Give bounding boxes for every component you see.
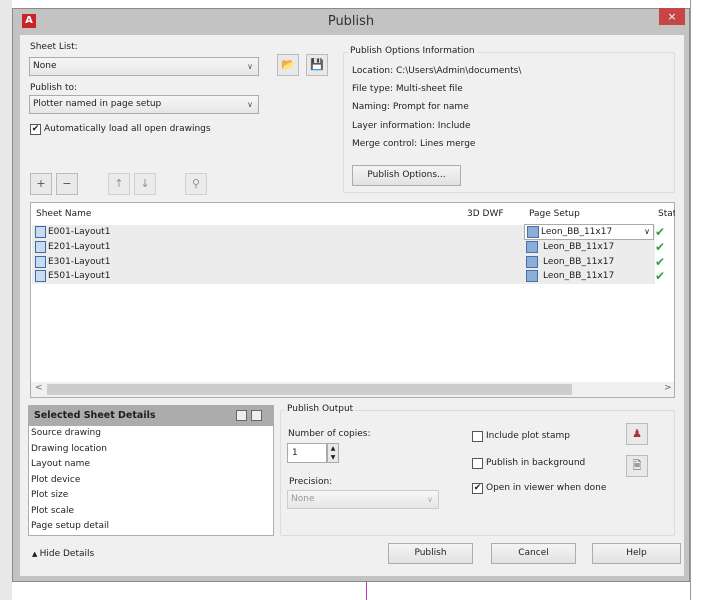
copies-input[interactable]: 1 bbox=[287, 443, 327, 463]
sheet-name: E501-Layout1 bbox=[48, 271, 111, 281]
publish-output-title: Publish Output bbox=[285, 404, 356, 414]
copy-details-icon[interactable] bbox=[236, 410, 247, 421]
layout-sheet-icon bbox=[35, 240, 46, 253]
detail-source-drawing: Source drawing bbox=[31, 428, 101, 438]
option-layer-info: Layer information: Include bbox=[352, 121, 471, 131]
page-setup-icon bbox=[526, 269, 538, 282]
status-ok-icon: ✔ bbox=[655, 269, 666, 283]
page-setup-value: Leon_BB_11x17 bbox=[541, 227, 613, 237]
option-naming: Naming: Prompt for name bbox=[352, 102, 469, 112]
chevron-down-icon: ∨ bbox=[644, 227, 650, 236]
copies-spinner[interactable]: ▲ ▼ bbox=[327, 443, 339, 463]
sheet-list-value: None bbox=[33, 61, 57, 71]
open-viewer-checkbox[interactable]: ✔ bbox=[472, 483, 483, 494]
page-setup-cell[interactable]: Leon_BB_11x17 bbox=[526, 269, 614, 284]
publish-options-button[interactable]: Publish Options... bbox=[352, 165, 461, 186]
status-ok-icon: ✔ bbox=[655, 240, 666, 254]
column-3d-dwf[interactable]: 3D DWF bbox=[467, 209, 504, 219]
page-setup-icon bbox=[526, 255, 538, 268]
page-setup-value: Leon_BB_11x17 bbox=[543, 257, 615, 267]
plot-stamp-label: Include plot stamp bbox=[486, 431, 570, 441]
details-header: Selected Sheet Details bbox=[29, 406, 273, 426]
status-ok-icon: ✔ bbox=[655, 255, 666, 269]
horizontal-scrollbar[interactable]: < > bbox=[31, 382, 674, 397]
chevron-down-icon: ∨ bbox=[427, 495, 433, 504]
layout-sheet-icon bbox=[35, 225, 46, 238]
chevron-down-icon: ∨ bbox=[247, 100, 253, 109]
layout-sheet-icon bbox=[35, 255, 46, 268]
publish-to-value: Plotter named in page setup bbox=[33, 99, 162, 109]
precision-value: None bbox=[291, 494, 315, 504]
page-setup-icon bbox=[527, 225, 539, 238]
sheet-name: E301-Layout1 bbox=[48, 257, 111, 267]
scrollbar-thumb[interactable] bbox=[47, 384, 572, 395]
page-setup-dropdown[interactable]: Leon_BB_11x17 ∨ bbox=[524, 224, 654, 240]
move-sheet-down-icon[interactable]: ↓ bbox=[134, 173, 156, 195]
option-file-type: File type: Multi-sheet file bbox=[352, 84, 463, 94]
option-merge-control: Merge control: Lines merge bbox=[352, 139, 476, 149]
help-button[interactable]: Help bbox=[592, 543, 681, 564]
column-status[interactable]: Stat bbox=[658, 209, 675, 219]
detail-plot-scale: Plot scale bbox=[31, 505, 75, 516]
autocad-logo-icon: A bbox=[22, 14, 36, 28]
status-ok-icon: ✔ bbox=[655, 225, 666, 239]
selected-sheet-details: Selected Sheet Details Source drawing Dr… bbox=[28, 405, 274, 536]
close-button[interactable]: × bbox=[659, 8, 685, 25]
background-settings-icon[interactable]: 🗎 bbox=[626, 455, 648, 477]
move-sheet-up-icon[interactable]: ↑ bbox=[108, 173, 130, 195]
detail-layout-name: Layout name bbox=[31, 459, 90, 469]
background-drawing-right bbox=[690, 0, 705, 600]
scroll-left-icon[interactable]: < bbox=[35, 383, 43, 393]
details-title: Selected Sheet Details bbox=[34, 410, 156, 421]
remove-sheets-icon[interactable]: − bbox=[56, 173, 78, 195]
page-setup-cell[interactable]: Leon_BB_11x17 bbox=[526, 240, 614, 255]
detail-drawing-location: Drawing location bbox=[31, 443, 107, 454]
publish-button[interactable]: Publish bbox=[388, 543, 473, 564]
sheet-name: E001-Layout1 bbox=[48, 227, 111, 237]
sheet-list-dropdown[interactable]: None ∨ bbox=[29, 57, 259, 76]
page-setup-value: Leon_BB_11x17 bbox=[543, 242, 615, 252]
plot-stamp-settings-icon[interactable]: ♟ bbox=[626, 423, 648, 445]
auto-load-checkbox[interactable]: ✔ bbox=[30, 124, 41, 135]
detail-plot-size: Plot size bbox=[31, 490, 69, 500]
hide-details-label: Hide Details bbox=[39, 549, 95, 559]
drawing-line bbox=[366, 582, 367, 600]
copies-label: Number of copies: bbox=[288, 429, 371, 439]
sheet-name: E201-Layout1 bbox=[48, 242, 111, 252]
auto-load-label: Automatically load all open drawings bbox=[44, 124, 211, 134]
precision-dropdown[interactable]: None ∨ bbox=[287, 490, 439, 509]
detail-page-setup: Page setup detail bbox=[31, 521, 109, 531]
page-setup-icon bbox=[526, 240, 538, 253]
triangle-up-icon: ▲ bbox=[32, 550, 40, 558]
column-sheet-name[interactable]: Sheet Name bbox=[36, 209, 91, 219]
load-sheet-list-icon[interactable]: 📂 bbox=[277, 54, 299, 76]
save-sheet-list-icon[interactable]: 💾 bbox=[306, 54, 328, 76]
background-app-left bbox=[0, 0, 12, 600]
background-checkbox[interactable] bbox=[472, 458, 483, 469]
view-details-icon[interactable] bbox=[251, 410, 262, 421]
sheet-list-label: Sheet List: bbox=[30, 42, 78, 52]
column-page-setup[interactable]: Page Setup bbox=[529, 209, 580, 219]
preview-icon[interactable]: ⚲ bbox=[185, 173, 207, 195]
publish-options-title: Publish Options Information bbox=[348, 46, 477, 56]
layout-sheet-icon bbox=[35, 269, 46, 282]
option-location: Location: C:\Users\Admin\documents\ bbox=[352, 66, 522, 76]
sheet-list-table: Sheet Name 3D DWF Page Setup Stat E001-L… bbox=[30, 202, 675, 398]
chevron-down-icon: ∨ bbox=[247, 62, 253, 71]
plot-stamp-checkbox[interactable] bbox=[472, 431, 483, 442]
publish-to-dropdown[interactable]: Plotter named in page setup ∨ bbox=[29, 95, 259, 114]
publish-to-label: Publish to: bbox=[30, 83, 78, 93]
hide-details-toggle[interactable]: ▲ Hide Details bbox=[32, 549, 94, 559]
page-setup-value: Leon_BB_11x17 bbox=[543, 271, 615, 281]
precision-label: Precision: bbox=[289, 477, 333, 487]
add-sheets-icon[interactable]: + bbox=[30, 173, 52, 195]
scroll-right-icon[interactable]: > bbox=[664, 383, 672, 393]
open-viewer-label: Open in viewer when done bbox=[486, 483, 607, 493]
page-setup-cell[interactable]: Leon_BB_11x17 bbox=[526, 255, 614, 270]
dialog-title: Publish bbox=[327, 14, 375, 29]
background-label: Publish in background bbox=[486, 458, 586, 468]
detail-plot-device: Plot device bbox=[31, 474, 81, 485]
cancel-button[interactable]: Cancel bbox=[491, 543, 576, 564]
